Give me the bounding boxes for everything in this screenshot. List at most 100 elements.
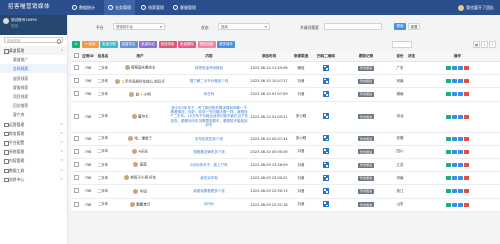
platform-select[interactable]: 请选择平台 ▼ xyxy=(113,23,165,30)
status-select[interactable]: 选择 ▼ xyxy=(218,23,270,30)
view-icon[interactable] xyxy=(457,92,463,97)
content-cell[interactable]: 你在吗 xyxy=(169,87,249,102)
content-link[interactable]: 谢谢我要看看多少钱 xyxy=(193,189,225,193)
edit-icon[interactable] xyxy=(446,163,452,168)
content-cell[interactable]: 想了解二手车价格多少钱 xyxy=(169,74,249,89)
content-cell[interactable]: 请把电话号码报我 xyxy=(169,61,249,76)
row-select-cell[interactable] xyxy=(71,87,81,102)
toolbar-button[interactable]: 批量删除 xyxy=(178,41,196,48)
export-icon[interactable]: ⤓ xyxy=(481,41,488,48)
row-select-cell[interactable] xyxy=(71,171,81,186)
delete-icon[interactable] xyxy=(463,202,469,207)
keyword-input[interactable] xyxy=(324,23,382,30)
row-checkbox[interactable] xyxy=(73,148,79,154)
qr-code-icon[interactable] xyxy=(323,161,329,168)
qr-code-icon[interactable] xyxy=(323,148,329,155)
columns-icon[interactable]: ▦ xyxy=(473,41,480,48)
view-icon[interactable] xyxy=(457,202,463,207)
qr-code-icon[interactable] xyxy=(323,90,329,97)
user-menu[interactable]: 我也要开了团队 xyxy=(458,0,494,15)
sidebar-item[interactable]: 运营管理 < xyxy=(0,120,67,129)
content-cell[interactable]: 谢谢我要看看多少钱 xyxy=(169,184,249,199)
qr-cell[interactable] xyxy=(313,158,339,173)
content-link[interactable]: 问问价 xyxy=(204,202,215,206)
sidebar-subitem[interactable]: 全网线索 xyxy=(0,64,67,74)
toolbar-button[interactable]: 批量分配 xyxy=(100,41,118,48)
refresh-button[interactable]: ↻ xyxy=(72,41,80,48)
toolbar-button[interactable]: + 添加 xyxy=(81,41,99,48)
sidebar-subitem[interactable]: 项目线索 xyxy=(0,92,67,101)
view-icon[interactable] xyxy=(452,176,458,181)
row-select-cell[interactable] xyxy=(71,74,81,89)
view-icon[interactable] xyxy=(452,202,458,207)
view-icon[interactable] xyxy=(452,66,458,71)
edit-icon[interactable] xyxy=(446,189,452,194)
sidebar-item[interactable]: 渠道管理 ∨ xyxy=(0,46,67,55)
view-icon[interactable] xyxy=(457,149,463,154)
toolbar-button[interactable]: 更多操作 xyxy=(217,41,235,48)
qr-cell[interactable] xyxy=(313,198,339,212)
select-all-checkbox[interactable] xyxy=(73,53,79,58)
edit-icon[interactable] xyxy=(446,176,452,181)
toolbar-button[interactable]: 回收线索 xyxy=(158,41,177,48)
delete-icon[interactable] xyxy=(463,163,469,168)
delete-icon[interactable] xyxy=(463,189,469,194)
view-icon[interactable] xyxy=(452,163,458,168)
row-select-cell[interactable] xyxy=(71,198,81,212)
row-checkbox[interactable] xyxy=(73,91,79,97)
row-checkbox[interactable] xyxy=(73,201,79,207)
toolbar-button[interactable]: 清空回收 xyxy=(197,41,216,48)
sidebar-item[interactable]: 财务管理 < xyxy=(0,129,67,138)
view-icon[interactable] xyxy=(457,163,463,168)
row-checkbox[interactable] xyxy=(73,175,79,181)
sidebar-subitem[interactable]: 回访推荐 xyxy=(0,101,67,110)
delete-icon[interactable] xyxy=(463,176,469,181)
topnav-item-statistics[interactable]: 数据统计 xyxy=(72,0,95,15)
content-link[interactable]: 买车相关的多少钱 xyxy=(195,137,223,141)
qr-cell[interactable] xyxy=(313,171,339,186)
sidebar-search-input[interactable]: 搜索菜单 xyxy=(4,37,63,44)
qr-cell[interactable] xyxy=(313,184,339,199)
qr-code-icon[interactable] xyxy=(323,135,329,142)
content-cell[interactable]: 问问价 xyxy=(169,198,249,212)
row-select-cell[interactable] xyxy=(71,158,81,173)
view-icon[interactable] xyxy=(457,176,463,181)
content-cell[interactable]: 我在买车呢 xyxy=(169,171,249,186)
edit-icon[interactable] xyxy=(446,79,452,84)
qr-cell[interactable] xyxy=(313,74,339,89)
qr-code-icon[interactable] xyxy=(323,187,329,194)
edit-icon[interactable] xyxy=(446,202,452,207)
edit-icon[interactable] xyxy=(446,136,452,141)
delete-icon[interactable] xyxy=(463,79,469,84)
delete-icon[interactable] xyxy=(463,149,469,154)
qr-code-icon[interactable] xyxy=(323,201,329,208)
view-icon[interactable] xyxy=(457,136,463,141)
edit-icon[interactable] xyxy=(446,114,452,119)
qr-cell[interactable] xyxy=(313,61,339,76)
qr-cell[interactable] xyxy=(313,87,339,102)
content-link[interactable]: 想看看这辆车多少钱 xyxy=(193,150,225,154)
view-icon[interactable] xyxy=(452,189,458,194)
qr-cell[interactable] xyxy=(313,132,339,146)
edit-icon[interactable] xyxy=(446,66,452,71)
delete-icon[interactable] xyxy=(463,66,469,71)
row-checkbox[interactable] xyxy=(73,162,79,168)
content-link[interactable]: 8月份的车子，能上户吗 xyxy=(190,163,227,167)
row-checkbox[interactable] xyxy=(73,188,79,194)
column-header[interactable] xyxy=(71,51,81,62)
row-select-cell[interactable] xyxy=(71,132,81,146)
topnav-item-service[interactable]: 客服管理 xyxy=(173,0,196,15)
qr-code-icon[interactable] xyxy=(323,64,329,71)
qr-code-icon[interactable] xyxy=(323,174,329,181)
content-cell[interactable]: 我今天3年车子，有了新的购车需求想和你聊一下看看情况，你好，你说一些问题大概一样… xyxy=(169,101,249,133)
toolbar-button[interactable]: 批量导出 xyxy=(119,41,138,48)
qr-cell[interactable] xyxy=(313,145,339,159)
qr-code-icon[interactable] xyxy=(323,77,329,84)
table-search-input[interactable] xyxy=(392,41,412,48)
delete-icon[interactable] xyxy=(463,136,469,141)
sidebar-subitem[interactable]: 客户库 xyxy=(0,110,67,119)
view-icon[interactable] xyxy=(452,114,458,119)
content-link[interactable]: 想了解二手车价格多少钱 xyxy=(190,79,229,83)
delete-icon[interactable] xyxy=(463,114,469,119)
toolbar-button[interactable]: 批量标记 xyxy=(139,41,157,48)
